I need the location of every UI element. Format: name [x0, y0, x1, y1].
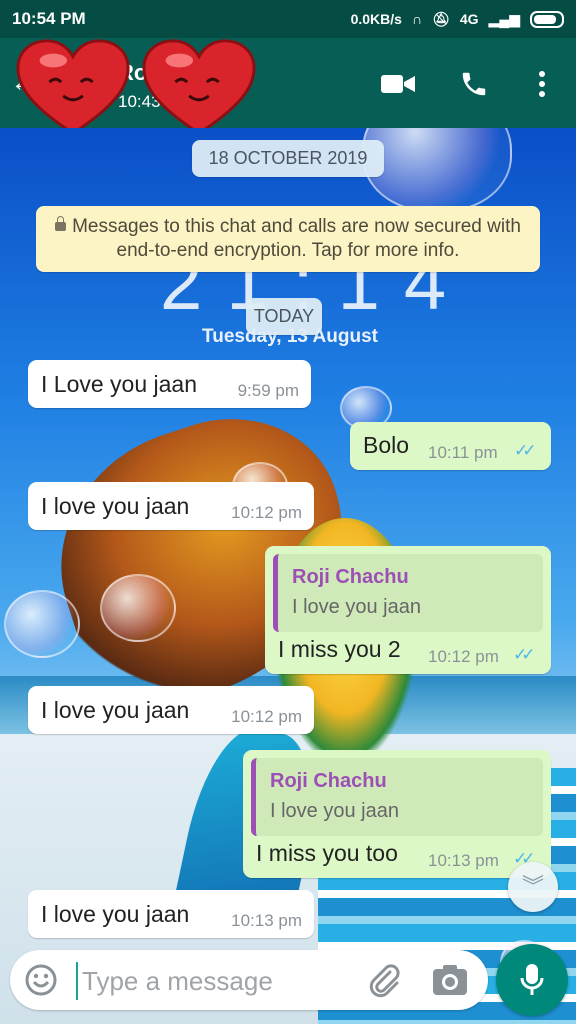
message-bubble-incoming[interactable]: I love you jaan 10:12 pm	[28, 686, 314, 734]
message-bubble-incoming[interactable]: I love you jaan 10:12 pm	[28, 482, 314, 530]
status-bar: 10:54 PM 0.0KB/s ∩ 🔕︎ 4G ▂▄▆	[0, 0, 576, 38]
message-time: 10:12 pm	[231, 707, 302, 726]
emoji-icon[interactable]	[24, 963, 58, 997]
message-time: 9:59 pm	[237, 381, 299, 400]
network-type: 4G	[459, 11, 479, 27]
paperclip-icon[interactable]	[366, 962, 402, 998]
date-chip-today: TODAY	[246, 298, 322, 335]
quoted-message[interactable]: Roji Chachu I love you jaan	[251, 758, 543, 836]
battery-icon	[530, 10, 564, 28]
lock-icon	[55, 216, 67, 231]
message-bubble-incoming[interactable]: I Love you jaan 9:59 pm	[28, 360, 311, 408]
message-text: I love you jaan	[41, 493, 190, 519]
message-bubble-outgoing-reply[interactable]: Roji Chachu I love you jaan I miss you 2…	[265, 546, 551, 674]
bubble-heart-icon	[362, 128, 512, 212]
signal-icon: ▂▄▆	[488, 10, 520, 27]
encryption-text: Messages to this chat and calls are now …	[72, 216, 521, 261]
quote-text: I love you jaan	[292, 596, 421, 618]
quote-author: Roji Chachu	[270, 770, 387, 792]
status-icons: 0.0KB/s ∩ 🔕︎ 4G ▂▄▆	[350, 10, 564, 28]
message-text: I miss you 2	[278, 636, 401, 662]
camera-icon[interactable]	[430, 962, 470, 998]
message-text: I Love you jaan	[41, 371, 198, 397]
quote-text: I love you jaan	[270, 800, 399, 822]
message-text: Bolo	[363, 432, 410, 458]
video-call-button[interactable]	[378, 64, 418, 104]
video-camera-icon	[381, 75, 415, 93]
message-input[interactable]	[76, 962, 354, 1000]
bubble-heart-icon	[4, 590, 80, 658]
chat-header: ← Roji Chachu 10:43	[0, 38, 576, 135]
message-bubble-outgoing-reply[interactable]: Roji Chachu I love you jaan I miss you t…	[243, 750, 551, 878]
quote-author: Roji Chachu	[292, 566, 409, 588]
status-time: 10:54 PM	[12, 9, 86, 28]
mic-button[interactable]	[496, 944, 568, 1016]
message-time: 10:13 pm	[428, 851, 499, 870]
more-options-button[interactable]	[522, 64, 562, 104]
message-text: I love you jaan	[41, 697, 190, 723]
double-check-icon: ✓✓	[514, 441, 536, 460]
scroll-to-bottom-button[interactable]: ︾	[508, 862, 558, 912]
phone-icon	[462, 72, 486, 96]
net-speed: 0.0KB/s	[350, 11, 402, 27]
headphones-icon: ∩	[411, 11, 423, 27]
message-text: I miss you too	[256, 840, 398, 866]
double-check-icon: ✓✓	[513, 645, 535, 664]
more-vert-icon	[539, 71, 545, 97]
bubble-heart-icon	[100, 574, 176, 642]
chevron-double-down-icon: ︾	[521, 874, 544, 899]
mic-icon	[520, 964, 544, 995]
message-bubble-outgoing[interactable]: Bolo 10:11 pm ✓✓	[350, 422, 551, 470]
message-bubble-incoming[interactable]: I love you jaan 10:13 pm	[28, 890, 314, 938]
mute-icon: 🔕︎	[432, 10, 450, 27]
message-composer	[10, 950, 488, 1010]
message-time: 10:13 pm	[231, 911, 302, 930]
date-chip: 18 OCTOBER 2019	[192, 140, 384, 177]
message-time: 10:12 pm	[231, 503, 302, 522]
voice-call-button[interactable]	[454, 64, 494, 104]
encryption-notice[interactable]: Messages to this chat and calls are now …	[36, 206, 540, 272]
heart-sticker-icon	[142, 39, 256, 135]
message-time: 10:11 pm	[428, 443, 498, 462]
message-text: I love you jaan	[41, 901, 190, 927]
heart-sticker-icon	[16, 39, 130, 135]
message-time: 10:12 pm	[428, 647, 499, 666]
quoted-message[interactable]: Roji Chachu I love you jaan	[273, 554, 543, 632]
